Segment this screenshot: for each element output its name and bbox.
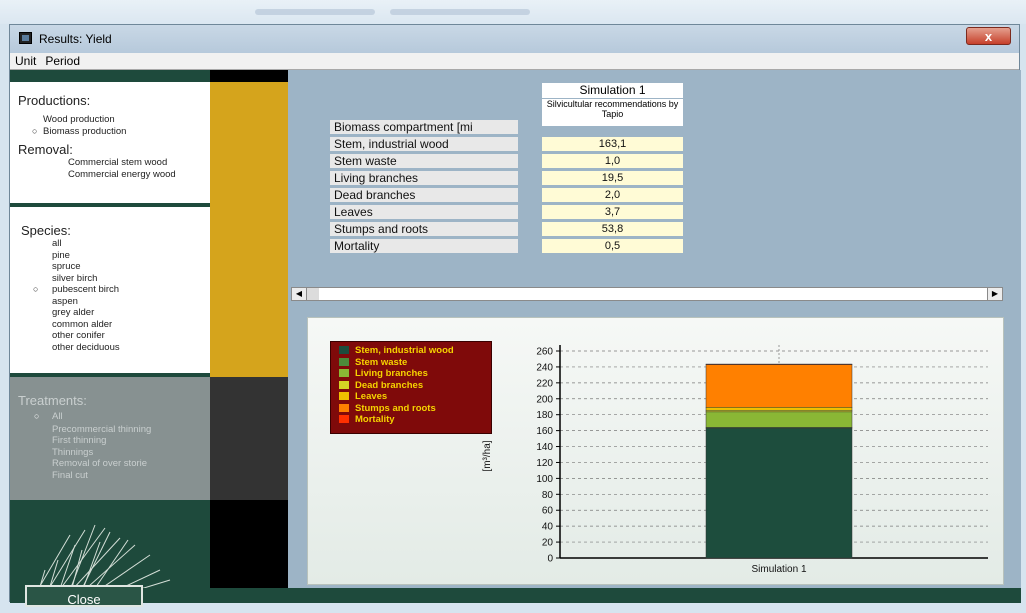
y-tick-label: 40 — [542, 522, 554, 533]
removal-header: Removal: — [18, 142, 73, 157]
bar-segment — [705, 427, 853, 559]
bottom-bar — [10, 588, 1021, 603]
removal-commercial-stem[interactable]: Commercial stem wood — [18, 157, 210, 169]
y-tick-label: 20 — [542, 538, 554, 549]
treatments-box: Treatments: ○ All Precommercial thinning … — [10, 377, 210, 500]
y-tick-label: 80 — [542, 490, 554, 501]
treatments-header: Treatments: — [18, 393, 87, 408]
radio-selected-icon: ○ — [32, 125, 38, 136]
table-column-header: Simulation 1 — [542, 83, 683, 98]
y-tick-label: 160 — [536, 426, 553, 437]
species-gold-bar — [210, 207, 288, 377]
bar-segment — [705, 411, 853, 428]
window-title: Results: Yield — [39, 32, 112, 46]
species-option-other-conifer[interactable]: other conifer — [21, 330, 210, 342]
species-option-aspen[interactable]: aspen — [21, 296, 210, 308]
species-option-grey-alder[interactable]: grey alder — [21, 307, 210, 319]
y-tick-label: 140 — [536, 442, 553, 453]
results-table: Simulation 1 Silvicultular recommendatio… — [288, 70, 1021, 288]
table-row-label: Mortality — [330, 239, 518, 253]
table-row-value: 163,1 — [542, 137, 683, 151]
scroll-left-icon[interactable]: ◀ — [292, 288, 307, 300]
treatment-option-first-thinning[interactable]: First thinning — [18, 435, 210, 447]
radio-selected-icon: ○ — [34, 411, 40, 421]
left-panel: Productions: Wood production ○ Biomass pr… — [10, 70, 288, 603]
y-tick-label: 100 — [536, 474, 553, 485]
chart-panel: Stem, industrial wood Stem waste Living br… — [307, 317, 1004, 585]
window-close-button[interactable]: x — [966, 27, 1011, 45]
table-row-label: Stem, industrial wood — [330, 137, 518, 151]
table-row-header: Biomass compartment [mi — [330, 120, 518, 134]
app-icon — [19, 32, 32, 44]
background-titlebar — [0, 0, 1026, 24]
y-tick-label: 0 — [547, 554, 553, 565]
client-area: Productions: Wood production ○ Biomass pr… — [10, 70, 1021, 607]
bar-segment — [705, 363, 853, 365]
y-tick-label: 240 — [536, 362, 553, 373]
treatment-option-removal-over-storie[interactable]: Removal of over storie — [18, 458, 210, 470]
results-window: Results: Yield x Unit Period Productions:… — [9, 24, 1021, 607]
table-row-label: Living branches — [330, 171, 518, 185]
y-axis-label: [m³/ha] — [482, 440, 493, 471]
bar-segment — [705, 364, 853, 408]
treatment-option-final-cut[interactable]: Final cut — [18, 470, 210, 482]
table-row-value: 53,8 — [542, 222, 683, 236]
table-row-label: Leaves — [330, 205, 518, 219]
x-category-label: Simulation 1 — [751, 564, 806, 575]
y-tick-label: 220 — [536, 378, 553, 389]
scroll-right-icon[interactable]: ▶ — [987, 288, 1002, 300]
species-option-silver-birch[interactable]: silver birch — [21, 273, 210, 285]
table-row-value: 3,7 — [542, 205, 683, 219]
table-row-label: Stem waste — [330, 154, 518, 168]
productions-gold-bar — [210, 82, 288, 207]
productions-box: Productions: Wood production ○ Biomass pr… — [10, 82, 210, 207]
treatment-option-all[interactable]: ○ All — [18, 411, 210, 423]
y-tick-label: 200 — [536, 394, 553, 405]
left-panel-strip-dark — [210, 70, 288, 82]
horizontal-scrollbar[interactable]: ◀ ▶ — [291, 287, 1003, 301]
titlebar: Results: Yield x — [10, 25, 1019, 53]
table-row-label: Stumps and roots — [330, 222, 518, 236]
species-option-pubescent-birch[interactable]: ○ pubescent birch — [21, 284, 210, 296]
menu-unit[interactable]: Unit — [10, 53, 40, 68]
y-tick-label: 120 — [536, 458, 553, 469]
table-row-value: 0,5 — [542, 239, 683, 253]
treatment-option-precommercial[interactable]: Precommercial thinning — [18, 424, 210, 436]
production-option-wood[interactable]: Wood production — [18, 114, 210, 126]
species-option-pine[interactable]: pine — [21, 250, 210, 262]
table-column-subheader: Silvicultular recommendations by Tapio — [542, 99, 683, 126]
menubar: Unit Period — [10, 53, 1019, 70]
species-box: Species: all pine spruce silver birch ○ p… — [10, 207, 210, 377]
species-option-spruce[interactable]: spruce — [21, 261, 210, 273]
table-row-value: 2,0 — [542, 188, 683, 202]
y-tick-label: 180 — [536, 410, 553, 421]
species-option-common-alder[interactable]: common alder — [21, 319, 210, 331]
radio-selected-icon: ○ — [33, 284, 39, 294]
table-row-value: 19,5 — [542, 171, 683, 185]
close-button[interactable]: Close — [25, 585, 143, 607]
stacked-bar-chart: 0 20 40 60 80 100 120 140 160 180 200 220 240 260 [m³/… — [482, 345, 988, 575]
table-row-value: 1,0 — [542, 154, 683, 168]
treatment-option-thinnings[interactable]: Thinnings — [18, 447, 210, 459]
species-header: Species: — [21, 223, 71, 238]
y-tick-label: 260 — [536, 347, 553, 358]
scroll-thumb[interactable] — [307, 288, 319, 300]
species-option-other-deciduous[interactable]: other deciduous — [21, 342, 210, 354]
production-option-biomass[interactable]: ○ Biomass production — [18, 126, 210, 138]
left-panel-strip — [10, 70, 210, 82]
treatments-dark-bar — [210, 377, 288, 500]
table-row-label: Dead branches — [330, 188, 518, 202]
menu-period[interactable]: Period — [40, 53, 84, 68]
removal-commercial-energy[interactable]: Commercial energy wood — [18, 169, 210, 181]
bar-segment — [705, 407, 853, 411]
productions-header: Productions: — [18, 93, 91, 108]
y-tick-label: 60 — [542, 506, 554, 517]
species-option-all[interactable]: all — [21, 238, 210, 250]
